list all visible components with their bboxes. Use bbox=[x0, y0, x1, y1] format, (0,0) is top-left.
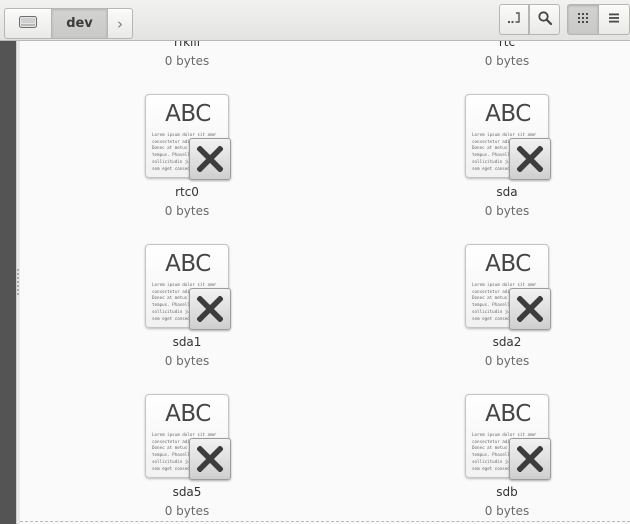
search-button[interactable] bbox=[529, 4, 560, 35]
file-name: sda1 bbox=[172, 335, 202, 349]
file-size: 0 bytes bbox=[484, 504, 530, 518]
file-size: 0 bytes bbox=[164, 204, 210, 218]
file-item-rtc0[interactable]: ABCLorem ipsum dolor sit amet, consectet… bbox=[117, 92, 257, 219]
scroll-edge-indicator bbox=[20, 521, 630, 523]
unreadable-file-icon: ABCLorem ipsum dolor sit amet, consectet… bbox=[463, 242, 551, 330]
file-item-rfkill[interactable]: rfkill 0 bytes bbox=[117, 41, 257, 69]
cross-icon bbox=[509, 438, 551, 480]
file-item-sda2[interactable]: ABCLorem ipsum dolor sit amet, consectet… bbox=[437, 242, 577, 369]
breadcrumb-drive-button[interactable] bbox=[4, 8, 52, 39]
file-grid: rfkill 0 bytes rtc 0 bytes ABC Lorem ipsu… bbox=[20, 41, 630, 524]
cross-icon bbox=[509, 138, 551, 180]
file-item-sda5[interactable]: ABCLorem ipsum dolor sit amet, consectet… bbox=[117, 392, 257, 519]
sidebar bbox=[0, 41, 16, 524]
unreadable-file-icon: ABCLorem ipsum dolor sit amet, consectet… bbox=[463, 92, 551, 180]
file-size: 0 bytes bbox=[484, 54, 530, 68]
file-size: 0 bytes bbox=[164, 354, 210, 368]
search-icon bbox=[537, 10, 553, 30]
file-item-sdb[interactable]: ABCLorem ipsum dolor sit amet, consectet… bbox=[437, 392, 577, 519]
file-size: 0 bytes bbox=[164, 504, 210, 518]
chevron-right-icon: › bbox=[117, 14, 123, 33]
file-size: 0 bytes bbox=[484, 204, 530, 218]
breadcrumb-dev-label: dev bbox=[66, 16, 93, 31]
list-view-button[interactable] bbox=[598, 4, 630, 35]
file-name: sdb bbox=[496, 485, 518, 499]
unreadable-file-icon: ABCLorem ipsum dolor sit amet, consectet… bbox=[463, 392, 551, 480]
breadcrumb: dev › bbox=[4, 4, 133, 39]
location-icon bbox=[506, 10, 522, 30]
file-item-rtc[interactable]: rtc 0 bytes bbox=[437, 41, 577, 69]
drive-icon bbox=[18, 14, 38, 34]
header-bar: dev › bbox=[0, 0, 630, 41]
breadcrumb-dev-button[interactable]: dev bbox=[51, 8, 108, 39]
cross-icon bbox=[189, 288, 231, 330]
file-name: rfkill bbox=[173, 41, 201, 49]
file-item-sda1[interactable]: ABCLorem ipsum dolor sit amet, consectet… bbox=[117, 242, 257, 369]
file-name: rtc0 bbox=[175, 185, 199, 199]
unreadable-file-icon: ABCLorem ipsum dolor sit amet, consectet… bbox=[143, 392, 231, 480]
file-name: rtc bbox=[498, 41, 516, 49]
unreadable-file-icon: ABCLorem ipsum dolor sit amet, consectet… bbox=[143, 92, 231, 180]
breadcrumb-forward-button[interactable]: › bbox=[107, 8, 133, 39]
cross-icon bbox=[509, 288, 551, 330]
grid-view-button[interactable] bbox=[567, 4, 599, 35]
file-name: sda5 bbox=[172, 485, 202, 499]
file-item-sda[interactable]: ABCLorem ipsum dolor sit amet, consectet… bbox=[437, 92, 577, 219]
file-size: 0 bytes bbox=[164, 54, 210, 68]
cross-icon bbox=[189, 438, 231, 480]
file-name: sda2 bbox=[492, 335, 522, 349]
list-view-icon bbox=[607, 10, 621, 29]
cross-icon bbox=[189, 138, 231, 180]
file-size: 0 bytes bbox=[484, 354, 530, 368]
location-entry-button[interactable] bbox=[499, 4, 529, 35]
unreadable-file-icon: ABCLorem ipsum dolor sit amet, consectet… bbox=[143, 242, 231, 330]
file-name: sda bbox=[496, 185, 518, 199]
grid-view-icon bbox=[576, 10, 590, 29]
